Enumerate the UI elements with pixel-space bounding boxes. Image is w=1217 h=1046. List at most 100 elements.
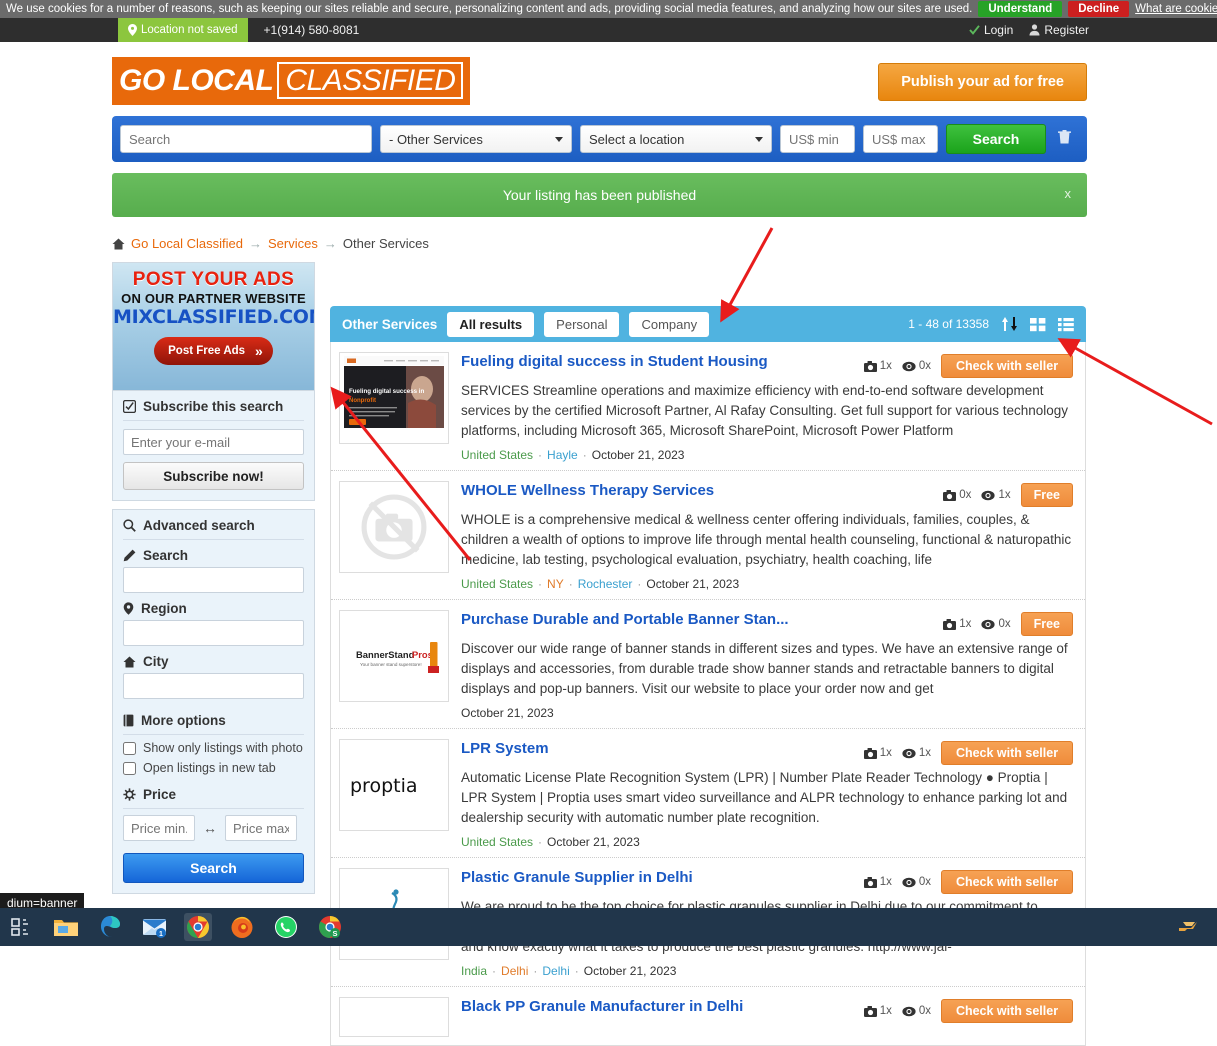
grid-view-icon[interactable] — [1030, 317, 1046, 332]
listing-city[interactable]: Delhi — [542, 964, 569, 978]
price-max-input[interactable] — [863, 125, 938, 153]
listing-country: India — [461, 964, 488, 978]
location-badge[interactable]: Location not saved — [118, 18, 248, 42]
cookie-consent-bar: We use cookies for a number of reasons, … — [0, 0, 1217, 18]
show-only-with-photo-label: Show only listings with photo — [143, 741, 303, 755]
edge-icon[interactable] — [96, 913, 124, 941]
listing-country: United States — [461, 835, 534, 849]
listing-price-badge[interactable]: Free — [1020, 483, 1073, 507]
search-button[interactable]: Search — [946, 124, 1046, 154]
listing-title[interactable]: Fueling digital success in Student Housi… — [461, 352, 864, 372]
breadcrumb-item-1[interactable]: Services — [268, 236, 318, 251]
listing-row[interactable]: proptia LPR System 1x 1x Check with sell… — [331, 729, 1085, 858]
home-icon — [123, 656, 136, 667]
eye-icon — [981, 490, 996, 500]
mail-icon[interactable]: 1 — [140, 913, 168, 941]
cookie-decline-button[interactable]: Decline — [1068, 1, 1130, 17]
trash-icon[interactable] — [1054, 129, 1075, 149]
breadcrumb-item-2: Other Services — [342, 236, 429, 251]
listing-title[interactable]: WHOLE Wellness Therapy Services — [461, 481, 943, 501]
firefox-icon[interactable] — [228, 913, 256, 941]
listing-title[interactable]: Purchase Durable and Portable Banner Sta… — [461, 610, 943, 630]
listing-thumbnail[interactable]: Fueling digital success in Nonprofit — [339, 352, 449, 444]
sort-updown-icon[interactable] — [1001, 316, 1018, 332]
whatsapp-icon[interactable] — [272, 913, 300, 941]
post-free-ads-button[interactable]: Post Free Ads » — [154, 337, 273, 365]
listing-top-row: Fueling digital success in Student Housi… — [461, 352, 1073, 378]
listing-thumbnail[interactable]: BannerStand Pros Your banner stand super… — [339, 610, 449, 702]
photo-count-value: 1x — [879, 747, 892, 759]
city-field-label-text: City — [143, 654, 169, 669]
cookie-understand-button[interactable]: Understand — [978, 1, 1063, 17]
listing-title[interactable]: Plastic Granule Supplier in Delhi — [461, 868, 864, 888]
listing-top-row: Black PP Granule Manufacturer in Delhi 1… — [461, 997, 1073, 1023]
sidebar-search-button[interactable]: Search — [123, 853, 304, 883]
tab-personal[interactable]: Personal — [544, 311, 620, 337]
listing-city[interactable]: Rochester — [578, 577, 633, 591]
show-only-with-photo-input[interactable] — [123, 741, 136, 755]
page-content: GO LOCAL CLASSIFIED Publish your ad for f… — [0, 42, 1217, 1046]
chrome-icon[interactable] — [184, 913, 212, 941]
category-select[interactable]: - Other Services — [380, 125, 572, 153]
flash-message-text: Your listing has been published — [502, 187, 697, 203]
listing-price-badge[interactable]: Check with seller — [941, 354, 1073, 378]
results-category-title: Other Services — [342, 316, 438, 332]
register-link[interactable]: Register — [1029, 23, 1089, 37]
publish-ad-button[interactable]: Publish your ad for free — [878, 63, 1087, 101]
listing-thumbnail[interactable] — [339, 997, 449, 1037]
listing-region[interactable]: NY — [547, 577, 564, 591]
price-min-input[interactable] — [780, 125, 855, 153]
listing-title[interactable]: LPR System — [461, 739, 864, 759]
listing-price-badge[interactable]: Check with seller — [941, 870, 1073, 894]
tab-company[interactable]: Company — [629, 311, 710, 337]
subscribe-now-button[interactable]: Subscribe now! — [123, 462, 304, 490]
view-count-value: 0x — [918, 1005, 931, 1017]
listing-title[interactable]: Black PP Granule Manufacturer in Delhi — [461, 997, 864, 1017]
photo-count-value: 0x — [959, 489, 972, 501]
advanced-search-input[interactable] — [123, 567, 304, 593]
list-view-icon[interactable] — [1058, 317, 1074, 332]
city-input[interactable] — [123, 673, 304, 699]
partner-promo-banner[interactable]: POST YOUR ADS ON OUR PARTNER WEBSITE MIX… — [112, 262, 315, 390]
listing-row[interactable]: BannerStand Pros Your banner stand super… — [331, 600, 1085, 729]
listing-row[interactable]: WHOLE Wellness Therapy Services 0x 1x Fr… — [331, 471, 1085, 600]
listing-meta: 1x 0x Free — [943, 610, 1073, 636]
subscribe-email-input[interactable] — [123, 429, 304, 455]
listing-meta: 1x 0x Check with seller — [863, 868, 1073, 894]
search-input[interactable] — [120, 125, 372, 153]
site-logo[interactable]: GO LOCAL CLASSIFIED — [112, 57, 471, 105]
range-arrows-icon: ↔ — [203, 820, 217, 836]
file-explorer-icon[interactable] — [52, 913, 80, 941]
listing-thumbnail[interactable]: proptia — [339, 739, 449, 831]
loc-separator: · — [574, 964, 579, 978]
region-input[interactable] — [123, 620, 304, 646]
tab-all-results[interactable]: All results — [447, 311, 535, 337]
listing-row[interactable]: Black PP Granule Manufacturer in Delhi 1… — [331, 987, 1085, 1045]
price-max-sidebar-input[interactable] — [225, 815, 297, 841]
listing-row[interactable]: Fueling digital success in Nonprofit Fue… — [331, 342, 1085, 471]
task-view-icon[interactable] — [8, 913, 36, 941]
listing-description: WHOLE is a comprehensive medical & welln… — [461, 512, 1072, 567]
listing-price-badge[interactable]: Check with seller — [941, 999, 1073, 1023]
flash-close-button[interactable]: x — [1065, 186, 1072, 201]
listing-location: October 21, 2023 — [461, 706, 1073, 720]
notification-icon[interactable] — [1175, 913, 1203, 941]
chevron-down-icon — [755, 136, 763, 142]
breadcrumb-item-0[interactable]: Go Local Classified — [131, 236, 243, 251]
open-in-new-tab-input[interactable] — [123, 761, 136, 775]
location-select[interactable]: Select a location — [580, 125, 772, 153]
photo-count: 1x — [863, 1005, 892, 1017]
price-min-sidebar-input[interactable] — [123, 815, 195, 841]
show-only-with-photo-checkbox[interactable]: Show only listings with photo — [123, 741, 304, 755]
breadcrumb-separator: → — [249, 236, 262, 251]
listing-price-badge[interactable]: Check with seller — [941, 741, 1073, 765]
open-in-new-tab-checkbox[interactable]: Open listings in new tab — [123, 761, 304, 775]
listing-price-badge[interactable]: Free — [1020, 612, 1073, 636]
svg-text:Fueling digital success in: Fueling digital success in — [349, 388, 425, 395]
listing-region[interactable]: Delhi — [501, 964, 528, 978]
svg-text:S: S — [332, 929, 337, 938]
what-are-cookies-link[interactable]: What are cookies? — [1135, 3, 1217, 15]
login-link[interactable]: Login — [969, 23, 1013, 37]
chrome-s-icon[interactable]: S — [316, 913, 344, 941]
listing-city[interactable]: Hayle — [547, 448, 578, 462]
